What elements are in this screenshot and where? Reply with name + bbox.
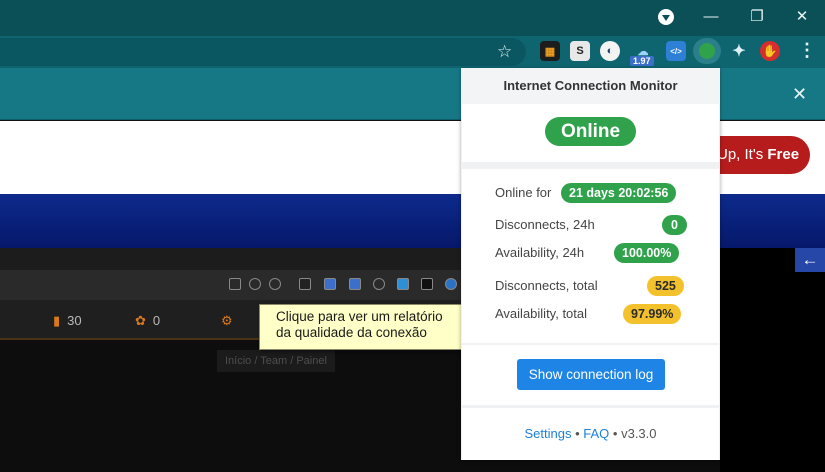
back-arrow-icon[interactable]: ← <box>795 248 825 272</box>
extension-grid-icon[interactable]: ▦ <box>540 41 560 61</box>
extension-popup: Internet Connection Monitor Online Onlin… <box>461 68 720 460</box>
availability-total-value: 97.99% <box>623 304 682 324</box>
extension-globe-icon[interactable]: ◐ <box>600 41 620 61</box>
extension-badge: 1.97 <box>630 56 654 66</box>
disconnects-24h-label: Disconnects, 24h <box>495 217 595 232</box>
profile-dropdown-icon[interactable] <box>658 9 674 25</box>
page-right-panel <box>720 248 825 472</box>
restore-icon[interactable]: ❐ <box>737 0 777 32</box>
disconnects-total-value: 525 <box>647 276 684 296</box>
disconnects-24h-value: 0 <box>662 215 687 235</box>
paw-icon: ✿ <box>135 313 146 328</box>
disconnects-total-label: Disconnects, total <box>495 278 598 293</box>
infobar-close-icon[interactable]: ✕ <box>792 84 807 105</box>
address-bar[interactable] <box>0 38 526 66</box>
bookmark-star-icon[interactable]: ☆ <box>497 42 512 62</box>
status-badge: Online <box>545 117 636 146</box>
screen-icon[interactable] <box>397 278 409 290</box>
show-connection-log-button[interactable]: Show connection log <box>517 359 665 390</box>
settings-link[interactable]: Settings <box>524 426 571 441</box>
camera-shot-icon[interactable] <box>324 278 336 290</box>
heart-icon[interactable] <box>269 278 281 290</box>
signup-label-bold: Free <box>767 146 800 163</box>
files-count: 30 <box>67 313 82 328</box>
footer-separator: • <box>575 426 580 441</box>
files-stat: ▮ 30 <box>53 313 82 329</box>
availability-24h-value: 100.00% <box>614 243 680 263</box>
minimize-icon[interactable]: — <box>691 0 731 32</box>
breadcrumb: Início / Team / Painel <box>217 350 335 372</box>
paws-stat: ✿ 0 <box>135 313 160 329</box>
connection-monitor-icon[interactable] <box>699 43 715 59</box>
tooltip-line-2: da qualidade da conexão <box>276 325 427 340</box>
pen-icon[interactable] <box>299 278 311 290</box>
faq-link[interactable]: FAQ <box>583 426 609 441</box>
close-window-icon[interactable]: ✕ <box>782 0 822 32</box>
tooltip: Clique para ver um relatório da qualidad… <box>259 304 474 350</box>
paws-count: 0 <box>152 313 161 328</box>
gear-icon: ⚙ <box>221 313 233 328</box>
availability-24h-label: Availability, 24h <box>495 245 585 260</box>
adblock-hand-icon[interactable]: ✋ <box>760 41 780 61</box>
version-text: v3.3.0 <box>621 426 657 441</box>
globe-icon[interactable] <box>445 278 457 290</box>
availability-total-label: Availability, total <box>495 306 588 321</box>
camera-icon[interactable] <box>229 278 241 290</box>
popup-footer: Settings • FAQ • v3.3.0 <box>461 426 720 441</box>
signup-label: Up, It's <box>717 146 768 163</box>
file-icon: ▮ <box>53 313 61 328</box>
recycle-icon[interactable] <box>373 278 385 290</box>
extensions-puzzle-icon[interactable]: ✦ <box>729 41 749 61</box>
browser-menu-icon[interactable]: ⋮ <box>798 40 816 61</box>
online-for-value: 21 days 20:02:56 <box>561 183 677 203</box>
cancel-icon[interactable] <box>249 278 261 290</box>
footer-separator: • <box>612 426 618 441</box>
dark-icon[interactable] <box>421 278 433 290</box>
online-for-label: Online for <box>495 185 552 200</box>
tooltip-line-1: Clique para ver um relatório <box>276 309 443 324</box>
monitor-icon[interactable] <box>349 278 361 290</box>
extension-s-icon[interactable]: S <box>570 41 590 61</box>
extension-code-icon[interactable]: </> <box>666 41 686 61</box>
popup-title: Internet Connection Monitor <box>461 68 720 104</box>
gear-stat: ⚙ <box>221 313 240 329</box>
